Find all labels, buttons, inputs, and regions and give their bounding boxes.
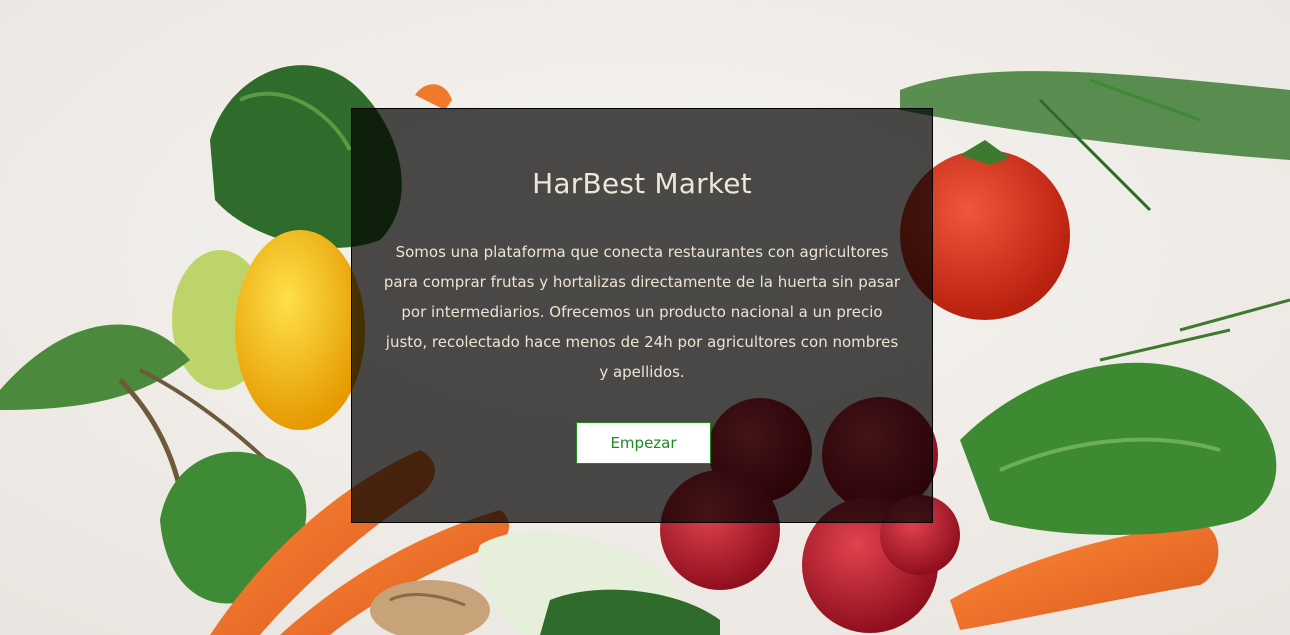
start-button[interactable]: Empezar bbox=[576, 422, 711, 464]
hero-description: Somos una plataforma que conecta restaur… bbox=[383, 243, 901, 381]
hero-panel: HarBest Market Somos una plataforma que … bbox=[351, 108, 933, 523]
hero-title: HarBest Market bbox=[532, 167, 752, 200]
